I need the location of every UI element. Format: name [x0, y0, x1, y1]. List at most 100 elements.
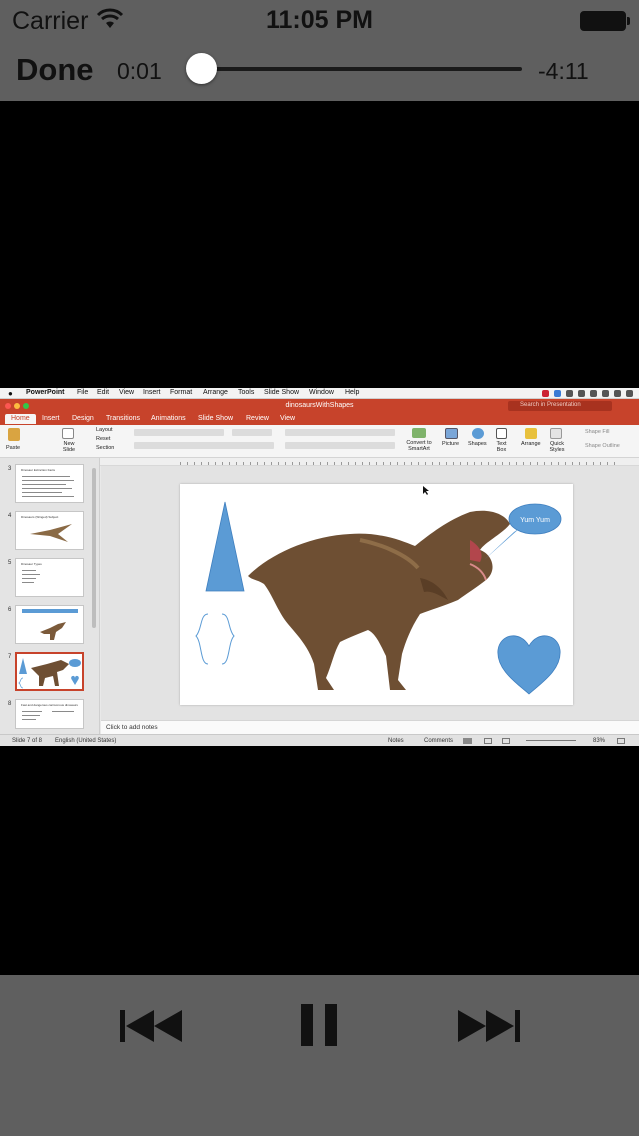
ruler-tick	[376, 462, 377, 465]
tab-slide-show[interactable]: Slide Show	[198, 415, 233, 422]
tab-review[interactable]: Review	[246, 415, 269, 422]
menu-view: View	[119, 389, 135, 396]
ruler-tick	[208, 462, 209, 465]
font-size-select[interactable]	[232, 429, 272, 436]
tab-home[interactable]: Home	[5, 414, 36, 424]
skip-back-icon[interactable]	[118, 1008, 184, 1047]
ruler-tick	[565, 462, 566, 465]
mouse-cursor-icon	[423, 486, 429, 495]
fit-slide-icon[interactable]	[617, 738, 625, 744]
ruler-tick	[341, 462, 342, 465]
slide-thumbnail-8[interactable]: Fast and dangerous carnivorous dinosaurs	[15, 699, 84, 729]
slide-thumbnail-6[interactable]	[15, 605, 84, 644]
ruler-tick	[404, 462, 405, 465]
ruler-tick	[453, 462, 454, 465]
text-box-button[interactable]: Text Box	[493, 441, 510, 453]
ruler-tick	[537, 462, 538, 465]
ruler-tick	[236, 462, 237, 465]
reset-button[interactable]: Reset	[96, 436, 110, 442]
heart-shape	[497, 635, 561, 695]
reading-view-icon[interactable]	[502, 738, 510, 744]
elapsed-time: 0:01	[117, 58, 162, 84]
slide-number: 5	[8, 560, 12, 566]
tab-insert[interactable]: Insert	[42, 415, 60, 422]
tab-design[interactable]: Design	[72, 415, 94, 422]
paragraph-align-row[interactable]	[285, 442, 395, 449]
battery-tip	[627, 17, 630, 25]
notes-field[interactable]: Click to add notes	[101, 720, 639, 734]
slide-number: 4	[8, 513, 12, 519]
ruler-tick	[593, 462, 594, 465]
picture-button[interactable]: Picture	[442, 441, 459, 447]
slide-thumbnail-7[interactable]	[15, 652, 84, 691]
shape-fill-button[interactable]: Shape Fill	[585, 429, 609, 435]
dinosaur-thumb-image	[40, 622, 66, 640]
picture-icon	[445, 428, 458, 439]
shape-outline-button[interactable]: Shape Outline	[585, 443, 620, 449]
list-small-icon	[626, 390, 633, 397]
ruler-tick	[572, 462, 573, 465]
notes-toggle[interactable]: Notes	[388, 738, 404, 744]
slide-thumbnail-4[interactable]: Dinosaurs (Winged) Subject	[15, 511, 84, 550]
ruler-tick	[600, 462, 601, 465]
record-icon	[542, 390, 549, 397]
ruler-tick	[243, 462, 244, 465]
ppt-title-bar: dinosaursWithShapes Search in Presentati…	[0, 399, 639, 413]
shapes-button[interactable]: Shapes	[468, 441, 487, 447]
tab-transitions[interactable]: Transitions	[106, 415, 140, 422]
tab-animations[interactable]: Animations	[151, 415, 186, 422]
scrubber-track[interactable]	[200, 67, 522, 71]
ruler-tick	[481, 462, 482, 465]
ruler-tick	[285, 462, 286, 465]
battery-icon	[580, 11, 626, 31]
ruler-tick	[446, 462, 447, 465]
slide-thumbnail-5[interactable]: Dinosaur Types	[15, 558, 84, 597]
ribbon: Paste New Slide Layout Reset Section Con…	[0, 425, 639, 458]
scrubber-thumb[interactable]	[186, 53, 217, 84]
ruler-tick	[362, 462, 363, 465]
speech-bubble-text: Yum Yum	[520, 517, 550, 524]
paragraph-list-row[interactable]	[285, 429, 395, 436]
slide-7[interactable]: Yum Yum	[180, 484, 573, 705]
ruler-tick	[579, 462, 580, 465]
ribbon-tabs: Home Insert Design Transitions Animation…	[0, 413, 639, 425]
normal-view-icon[interactable]	[463, 738, 472, 744]
triangle-shape	[205, 501, 245, 592]
thumbnail-banner	[22, 609, 78, 613]
convert-smartart-button[interactable]: Convert to SmartArt	[402, 440, 436, 452]
ruler-tick	[187, 462, 188, 465]
paste-button[interactable]: Paste	[6, 445, 20, 451]
pause-icon[interactable]	[299, 1002, 339, 1051]
slide-thumbnail-3[interactable]: Dinosaur Extinction Facts	[15, 464, 84, 503]
section-button[interactable]: Section	[96, 445, 114, 451]
arrange-button[interactable]: Arrange	[521, 441, 541, 447]
new-slide-button[interactable]: New Slide	[60, 441, 78, 453]
slide-number: 7	[8, 654, 12, 660]
comments-toggle[interactable]: Comments	[424, 738, 453, 744]
zoom-slider[interactable]	[526, 740, 576, 741]
font-format-row[interactable]	[134, 442, 274, 449]
smartart-icon	[412, 428, 426, 438]
sorter-view-icon[interactable]	[484, 738, 492, 744]
thumbnail-title: Fast and dangerous carnivorous dinosaurs	[21, 703, 78, 707]
ruler-tick	[474, 462, 475, 465]
ruler-tick	[229, 462, 230, 465]
layout-button[interactable]: Layout	[96, 427, 113, 433]
menu-format: Format	[170, 389, 193, 396]
done-button[interactable]: Done	[16, 52, 94, 88]
font-family-select[interactable]	[134, 429, 224, 436]
skip-forward-icon[interactable]	[456, 1008, 522, 1047]
menubar-status-icons	[542, 390, 633, 397]
tab-view[interactable]: View	[280, 415, 295, 422]
text-box-icon	[496, 428, 507, 439]
ruler-tick	[516, 462, 517, 465]
quick-styles-button[interactable]: Quick Styles	[547, 441, 567, 453]
menu-arrange: Arrange	[203, 389, 228, 396]
video-control-bar: Done 0:01 -4:11	[0, 40, 639, 101]
thumbnail-scrollbar[interactable]	[92, 468, 96, 628]
slide-number: 3	[8, 466, 12, 472]
search-presentation-input[interactable]: Search in Presentation	[508, 401, 612, 411]
menu-powerpoint: PowerPoint	[26, 389, 65, 396]
curly-brace-shape-right	[221, 613, 235, 665]
pterodactyl-image	[30, 524, 72, 542]
